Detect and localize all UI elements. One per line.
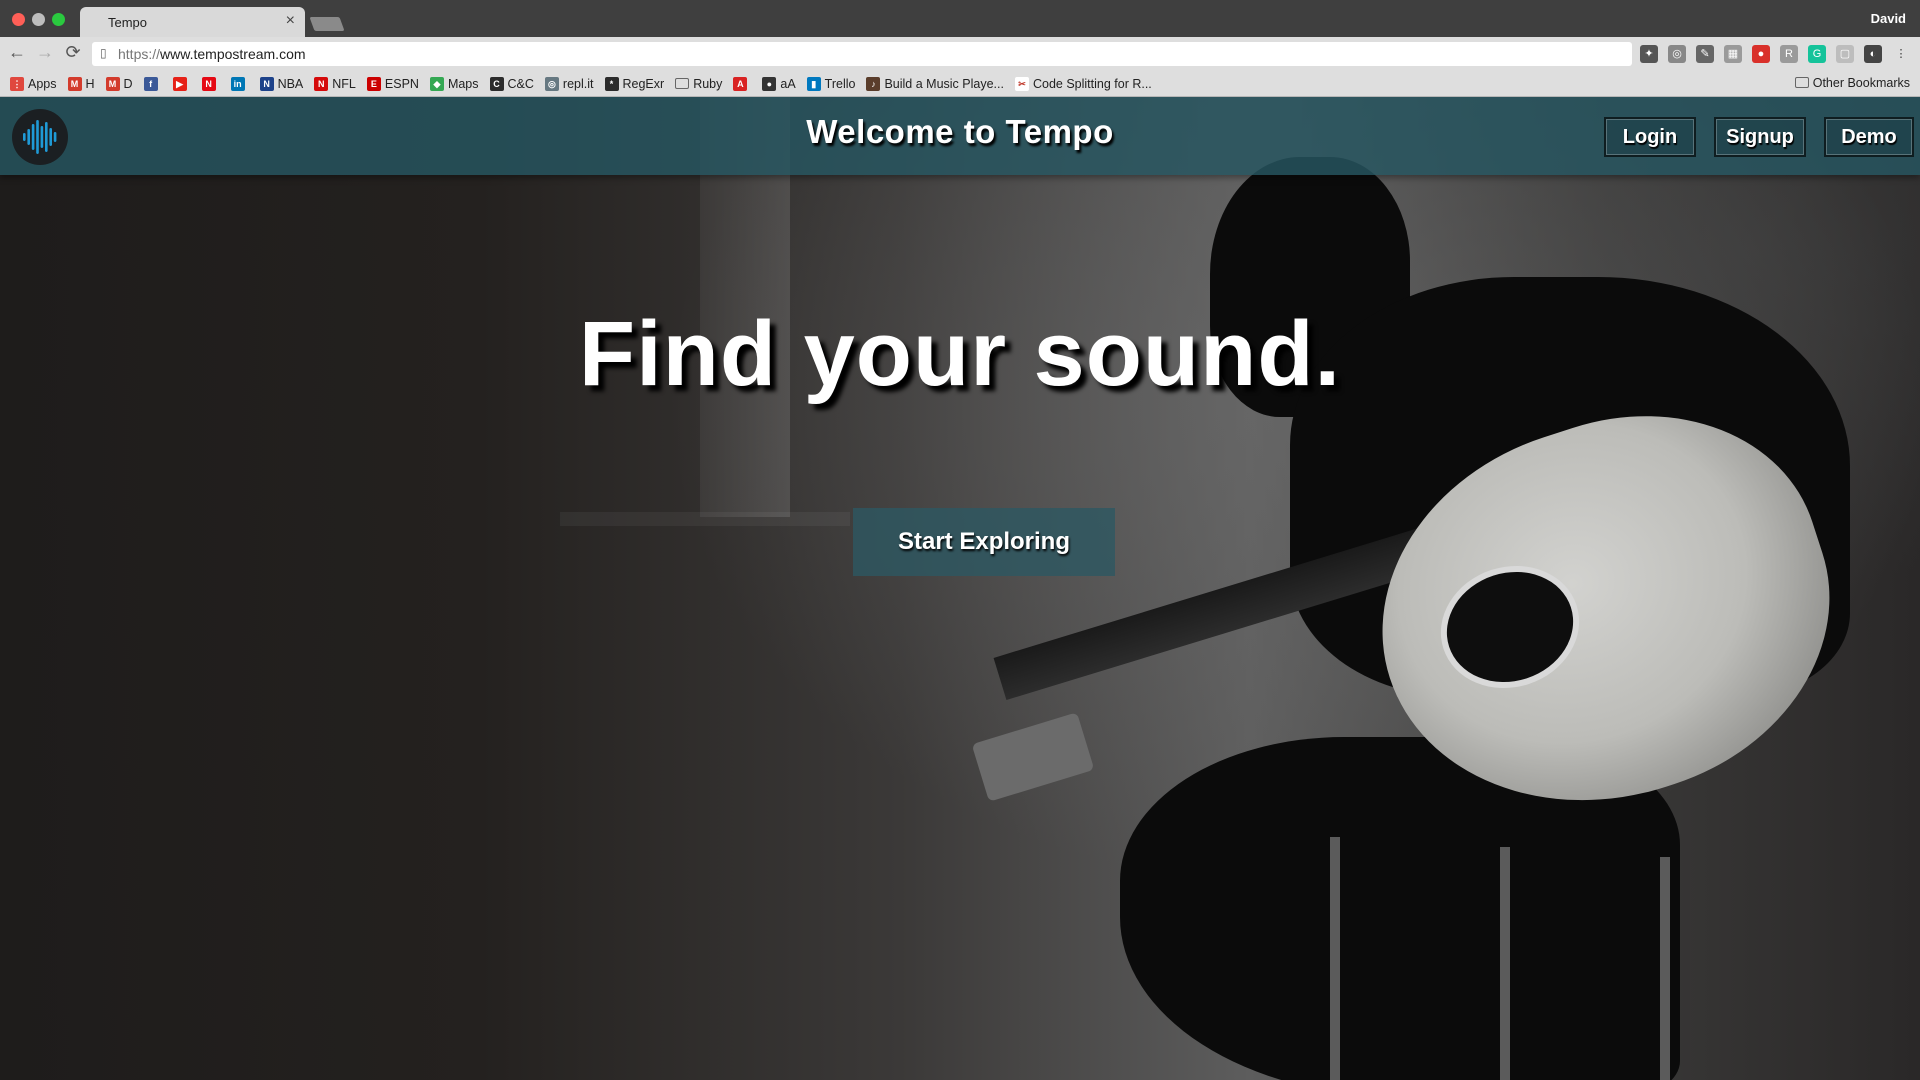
signup-button[interactable]: Signup	[1714, 117, 1806, 157]
bookmark-item[interactable]: ◆ Maps	[429, 76, 479, 91]
browser-tab-active[interactable]: Tempo ×	[80, 7, 305, 37]
bookmark-label: RegExr	[622, 76, 665, 91]
minimize-window-button[interactable]	[32, 13, 45, 26]
bookmark-label: repl.it	[562, 76, 594, 91]
hero-title: Find your sound.	[578, 303, 1342, 405]
bookmark-item[interactable]: N NBA	[259, 76, 304, 91]
puzzle-icon[interactable]: ✦	[1640, 45, 1658, 63]
bookmark-label: ESPN	[384, 76, 419, 91]
forward-button[interactable]: →	[34, 42, 56, 63]
start-exploring-button[interactable]: Start Exploring	[853, 508, 1115, 576]
page-info-icon[interactable]: ▯	[100, 46, 107, 60]
bookmark-label: Trello	[824, 76, 856, 91]
grammarly-icon[interactable]: G	[1808, 45, 1826, 63]
bookmark-favicon-icon: C	[489, 76, 504, 91]
address-text: https://www.tempostream.com	[118, 46, 306, 62]
bookmark-favicon-icon: ◎	[544, 76, 559, 91]
bookmark-item[interactable]: ◎ repl.it	[544, 76, 594, 91]
bookmarks-bar: ⋮ Apps M H M Df ▶ Nin N NBA N NFL E ESPN ◆ Maps C C&C ◎ rep…	[0, 71, 1920, 97]
bookmark-item[interactable]: ⋮ Apps	[10, 76, 57, 91]
bookmark-label: C&C	[507, 76, 534, 91]
bookmark-label: Maps	[447, 76, 479, 91]
bookmark-label: Build a Music Playe...	[884, 76, 1004, 91]
browser-toolbar: ← → ⟳ ▯ https://www.tempostream.com ✦ ◎ ✎ ▦…	[0, 37, 1920, 71]
bookmark-item[interactable]: A	[733, 76, 751, 91]
bookmark-label: Ruby	[693, 76, 723, 91]
site-header: Welcome to Tempo Login Signup Demo	[0, 97, 1920, 175]
bookmark-favicon-icon: ◆	[429, 76, 444, 91]
url-scheme: https://	[118, 46, 161, 62]
bookmark-item[interactable]: E ESPN	[366, 76, 419, 91]
bookmark-favicon-icon: f	[143, 76, 158, 91]
bookmark-favicon-icon: ✂	[1014, 76, 1029, 91]
extension-icons: ✦ ◎ ✎ ▦ ● R G ▢ ◐ ⋮	[1640, 45, 1910, 63]
r-icon[interactable]: R	[1780, 45, 1798, 63]
demo-button[interactable]: Demo	[1824, 117, 1914, 157]
other-bookmarks-folder[interactable]: Other Bookmarks	[1794, 76, 1910, 90]
bookmark-favicon-icon: in	[230, 76, 245, 91]
window-sill-decoration	[560, 512, 850, 526]
tab-close-icon[interactable]: ×	[286, 12, 295, 30]
bookmark-favicon-icon: *	[604, 76, 619, 91]
bookmark-favicon-icon: ●	[762, 76, 777, 91]
bookmark-favicon-icon: N	[314, 76, 329, 91]
bookmark-favicon-icon: ⋮	[10, 76, 24, 91]
url-host: www.tempostream.com	[160, 46, 306, 62]
bookmark-item[interactable]: * RegExr	[604, 76, 665, 91]
tab-title: Tempo	[108, 15, 148, 30]
bookmark-item[interactable]: N NFL	[314, 76, 356, 91]
bookmark-item[interactable]: ✂ Code Splitting for R...	[1014, 76, 1152, 91]
bookmark-item[interactable]: in	[230, 76, 249, 91]
bookmark-label: H	[85, 76, 95, 91]
folder-icon	[1794, 77, 1809, 88]
bookmark-favicon-icon: E	[366, 76, 381, 91]
profile-button[interactable]: David	[1871, 11, 1906, 26]
menu-icon[interactable]: ⋮	[1892, 45, 1910, 63]
maximize-window-button[interactable]	[52, 13, 65, 26]
bookmark-label: D	[123, 76, 133, 91]
bookmark-item[interactable]: Ruby	[675, 77, 722, 91]
close-window-button[interactable]	[12, 13, 25, 26]
bookmark-favicon-icon: ▮	[806, 76, 821, 91]
folder-icon	[675, 78, 690, 89]
bookmark-item[interactable]: ● aA	[762, 76, 796, 91]
circle-icon[interactable]: ◐	[1864, 45, 1882, 63]
bookmark-label: aA	[780, 76, 796, 91]
bookmark-favicon-icon: N	[201, 76, 216, 91]
login-button[interactable]: Login	[1604, 117, 1696, 157]
bookmark-favicon-icon: M	[105, 76, 120, 91]
bookmark-label: Code Splitting for R...	[1032, 76, 1152, 91]
bookmark-favicon-icon: ♪	[866, 76, 881, 91]
address-bar[interactable]: ▯ https://www.tempostream.com	[92, 42, 1632, 66]
reload-button[interactable]: ⟳	[62, 42, 84, 63]
stool-leg-decoration	[1660, 857, 1670, 1080]
pen-icon[interactable]: ✎	[1696, 45, 1714, 63]
bookmark-item[interactable]: C C&C	[489, 76, 534, 91]
bookmark-favicon-icon: N	[259, 76, 274, 91]
stool-leg-decoration	[1500, 847, 1510, 1080]
grid-icon[interactable]: ▦	[1724, 45, 1742, 63]
bookmark-label: NBA	[277, 76, 304, 91]
bookmark-item[interactable]: MD	[105, 76, 133, 91]
bookmark-label: Apps	[28, 76, 57, 91]
bookmark-favicon-icon: ▶	[172, 76, 187, 91]
bookmark-item[interactable]: ▶	[172, 76, 191, 91]
video-icon[interactable]: ●	[1752, 45, 1770, 63]
bookmark-item[interactable]: ♪ Build a Music Playe...	[866, 76, 1004, 91]
square-icon[interactable]: ▢	[1836, 45, 1854, 63]
browser-tabbar: Tempo × David	[0, 0, 1920, 37]
bookmark-favicon-icon: M	[67, 76, 82, 91]
bookmark-item[interactable]: MH	[67, 76, 95, 91]
back-button[interactable]: ←	[6, 42, 28, 63]
stool-leg-decoration	[1330, 837, 1340, 1080]
bookmark-favicon-icon: A	[733, 76, 748, 91]
bookmark-item[interactable]: ▮ Trello	[806, 76, 856, 91]
new-tab-button[interactable]	[309, 17, 345, 31]
bookmark-label: NFL	[332, 76, 356, 91]
bookmark-item[interactable]: N	[201, 76, 220, 91]
other-bookmarks-label: Other Bookmarks	[1812, 76, 1910, 90]
bookmark-item[interactable]: f	[143, 76, 162, 91]
page-viewport: Welcome to Tempo Login Signup Demo Find …	[0, 97, 1920, 1080]
globe-icon[interactable]: ◎	[1668, 45, 1686, 63]
